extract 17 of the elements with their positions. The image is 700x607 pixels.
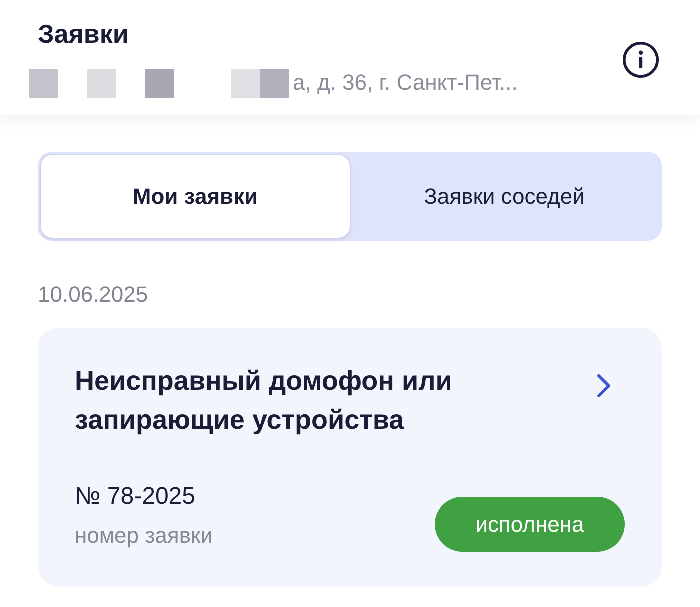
pixelated-square-icon — [87, 68, 116, 98]
address-text: а, д. 36, г. Санкт-Пет... — [293, 70, 518, 96]
pixelated-square-icon — [29, 68, 58, 98]
status-badge: исполнена — [435, 497, 625, 552]
pixelated-square-icon — [231, 68, 260, 98]
tab[interactable]: Мои заявки — [41, 155, 350, 238]
pixelated-square-icon — [145, 68, 174, 98]
info-icon[interactable] — [622, 41, 660, 79]
date-heading: 10.06.2025 — [38, 281, 150, 309]
tab[interactable]: Заявки соседей — [350, 155, 659, 238]
chevron-right-icon — [597, 374, 611, 398]
pixelated-square-icon — [260, 68, 289, 98]
request-number-label: номер заявки — [75, 522, 213, 550]
request-number: № 78-2025 — [75, 482, 196, 512]
request-card[interactable]: Неисправный домофон или запирающие устройства № 78-2025 номер заявки исполнена — [38, 328, 662, 587]
page-title: Заявки — [38, 19, 130, 49]
request-title: Неисправный домофон или запирающие устройства — [75, 365, 454, 437]
